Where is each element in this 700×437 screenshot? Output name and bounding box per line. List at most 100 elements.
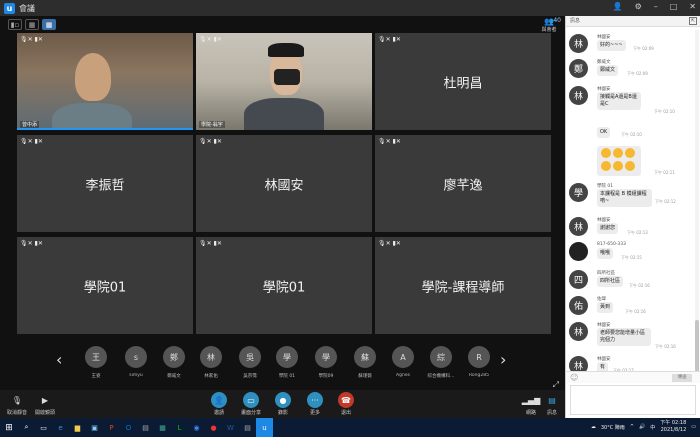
participant-avatar[interactable]: 學學院 01 [267,346,307,379]
notification-icon[interactable]: ▭ [691,424,696,430]
task-view-icon[interactable]: ▭ [35,418,52,437]
app-icon[interactable]: ▤ [137,418,154,437]
store-icon[interactable]: ▣ [86,418,103,437]
invite-button[interactable]: 👤 邀請 [202,392,236,416]
participant-avatar[interactable]: 鄭鄭威文 [154,346,194,379]
scrollbar-thumb[interactable] [695,320,699,372]
participant-avatar[interactable]: R Rong285 [459,346,499,378]
system-tray: ☁ 30°C 陣雨 ^ 🔊 中 下午 02:18 2021/8/12 ▭ [591,420,696,434]
user-icon[interactable]: 👤 [613,2,623,11]
participant-name: 王姿 [91,374,101,379]
video-tile[interactable]: 🎙✕ ▮✕ 學院-翁宇 [196,33,372,130]
chat-scrollbar[interactable] [695,30,699,380]
participant-avatar[interactable]: A Agnes [383,346,423,378]
camera-off-icon: ▶ [41,395,49,405]
mic-muted-icon: 🎙✕ ▮✕ [20,138,43,145]
emoji-icon [601,148,611,158]
powerpoint-icon[interactable]: P [103,418,120,437]
avatar: 佑 [569,296,588,315]
name-tile[interactable]: 🎙✕ ▮✕ 杜明昌 [375,33,551,130]
participant-avatar[interactable]: 王王姿 [76,346,116,379]
avatar: 王 [85,346,107,368]
folder-icon[interactable]: ▆ [69,418,86,437]
chevron-up-icon[interactable]: ^ [630,424,634,430]
emoji-icon [613,161,623,171]
name-tile[interactable]: 🎙✕ ▮✕ 林國安 [196,135,372,232]
chat-input[interactable] [570,385,696,415]
attendees-button[interactable]: 👥 與會者 40 [537,17,561,33]
more-button[interactable]: ··· 更多 [298,392,332,416]
name-tile[interactable]: 🎙✕ ▮✕ 學院01 [196,237,372,334]
mic-muted-icon: 🎙✕ ▮✕ [378,36,401,43]
clock[interactable]: 下午 02:18 2021/8/12 [660,420,686,434]
message-time: 下午 02:15 [621,255,642,260]
leave-button[interactable]: ☎ 退出 [329,392,363,416]
weather-icon: ☁ [590,424,596,430]
participant-name: 吳宗霈 [243,374,257,379]
line-icon[interactable]: L [171,418,188,437]
close-icon[interactable]: ✕ [689,2,696,11]
message-time: 下午 02:16 [655,344,676,349]
clock-date: 2021/8/12 [660,427,687,433]
camera-button[interactable]: ▶ 開啟鏡頭 [28,392,62,417]
chat-toggle-button[interactable]: ▤ 訊息 [535,392,569,417]
speaker-view-button[interactable]: ▮▫ [8,19,22,30]
minimize-icon[interactable]: – [654,2,658,11]
name-tile[interactable]: 🎙✕ ▮✕ 學院-課程導師 [375,237,551,334]
record-icon: ● [275,392,291,408]
avatar: 鄭 [163,346,185,368]
participant-name: 綜合機構科… [427,374,455,379]
meeting-app-icon[interactable]: u [256,418,273,437]
participant-name: 林家佑 [204,374,218,379]
more-icon: ··· [307,392,323,408]
grid-view-button[interactable]: ▦ [25,19,39,30]
participant-avatar[interactable]: 蘇蘇瑾薇 [345,346,385,379]
avatar: 鄭 [569,59,588,78]
message-text: 接觸是A還是B還是C [597,92,641,110]
edge-icon[interactable]: e [52,418,69,437]
title-bar: u 會議 👤 ⚙ – □ ✕ [0,0,700,16]
participant-avatar[interactable]: 綜綜合機構科… [421,346,461,379]
outlook-icon[interactable]: O [120,418,137,437]
app-icon[interactable]: ▦ [154,418,171,437]
record-button[interactable]: ● 錄影 [266,392,300,416]
undock-icon[interactable]: ⇱ [689,17,697,25]
windows-start-icon[interactable]: ⊞ [0,418,18,437]
chrome-icon[interactable]: ◉ [188,418,205,437]
hair [268,43,304,57]
emoji-bubble [597,146,641,176]
word-icon[interactable]: W [222,418,239,437]
name-tile[interactable]: 🎙✕ ▮✕ 李振哲 [17,135,193,232]
name-tile[interactable]: 🎙✕ ▮✕ 廖芊逸 [375,135,551,232]
meeting-toolbar: 🎙 取消靜音 ▶ 開啟鏡頭 👤 邀請 ▭ 畫面分享 ● 錄影 ··· 更多 ☎ 退出 ▂▄▆ 網… [0,390,565,418]
app-icon[interactable]: ● [205,418,222,437]
maximize-icon[interactable]: □ [670,2,678,11]
participant-avatar[interactable]: 林林家佑 [191,346,231,379]
share-screen-button[interactable]: ▭ 畫面分享 [234,392,268,416]
participant-avatar[interactable]: s simyu [116,346,156,378]
participant-name: 蘇瑾薇 [358,374,372,379]
gear-icon[interactable]: ⚙ [635,2,642,11]
chevron-left-icon[interactable]: ‹ [56,350,62,369]
input-language[interactable]: 中 [650,424,655,431]
fullscreen-icon[interactable]: ⤢ [553,380,559,390]
button-label: 畫面分享 [240,410,261,416]
chevron-right-icon[interactable]: › [500,350,506,369]
tile-name: 林國安 [264,178,304,193]
volume-icon[interactable]: 🔊 [639,424,645,430]
avatar: 林 [200,346,222,368]
button-label: 取消靜音 [6,410,27,416]
mic-muted-icon: 🎙✕ ▮✕ [20,36,43,43]
search-icon[interactable]: ⌕ [18,418,35,437]
mic-muted-icon: 🎙✕ ▮✕ [378,138,401,145]
message-text: OK [597,127,611,138]
os-taskbar: ⊞ ⌕ ▭ e ▆ ▣ P O ▤ ▦ L ◉ ● W ▤ u ☁ 30°C 陣… [0,418,700,437]
video-tile[interactable]: 🎙✕ ▮✕ 曾中添 [17,33,193,130]
send-button[interactable]: 傳送 [672,374,692,382]
name-tile[interactable]: 🎙✕ ▮✕ 學院01 [17,237,193,334]
gallery-view-button[interactable]: ▦ [42,19,56,30]
participant-avatar[interactable]: 學學院09 [306,346,346,379]
participant-avatar[interactable]: 吳吳宗霈 [230,346,270,379]
app-icon[interactable]: ▤ [239,418,256,437]
emoji-picker-icon[interactable]: ☺ [570,373,578,382]
